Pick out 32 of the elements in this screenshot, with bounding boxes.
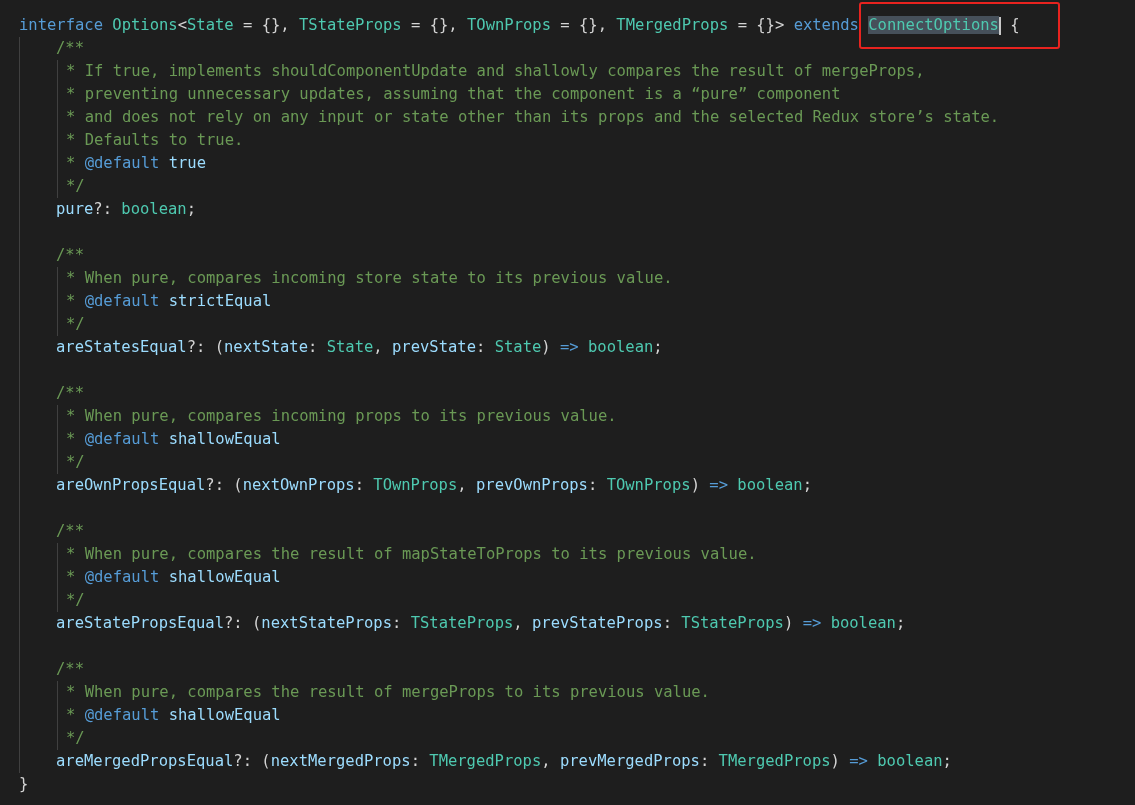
code-line: * @default true [66, 153, 206, 174]
code-line: */ [66, 452, 85, 473]
code-line: /** [56, 383, 84, 404]
code-line: } [19, 774, 29, 795]
code-line: /** [56, 245, 84, 266]
code-line: * @default shallowEqual [66, 705, 281, 726]
code-line: * @default strictEqual [66, 291, 272, 312]
code-line: * When pure, compares incoming store state to its previous value. [66, 268, 673, 289]
code-line: * Defaults to true. [66, 130, 244, 151]
code-line: * @default shallowEqual [66, 429, 281, 450]
code-line: */ [66, 590, 85, 611]
code-text: interface Options<State = {}, TStateProps = {}, TOwnProps = {}, TMergedProps = {}> extends [19, 15, 860, 36]
code-line: */ [66, 728, 85, 749]
code-line: areMergedPropsEqual?: (nextMergedProps: TMergedProps, prevMergedProps: TMergedProps) => boolean; [56, 751, 952, 772]
code-line: * If true, implements shouldComponentUpdate and shallowly compares the result of mergeProps, [66, 61, 925, 82]
code-line: areOwnPropsEqual?: (nextOwnProps: TOwnProps, prevOwnProps: TOwnProps) => boolean; [56, 475, 812, 496]
code-line: * When pure, compares the result of mapStateToProps to its previous value. [66, 544, 757, 565]
code-line: * @default shallowEqual [66, 567, 281, 588]
code-line: * When pure, compares the result of mergeProps to its previous value. [66, 682, 710, 703]
code-line: */ [66, 176, 85, 197]
code-line: /** [56, 521, 84, 542]
code-line: /** [56, 38, 84, 59]
code-text: { [1009, 15, 1020, 36]
code-line: */ [66, 314, 85, 335]
code-line: * and does not rely on any input or state other than its props and the selected Redux store’s state. [66, 107, 1000, 128]
code-line: pure?: boolean; [56, 199, 196, 220]
selected-text: ConnectOptions [868, 16, 999, 34]
code-line: * When pure, compares incoming props to its previous value. [66, 406, 617, 427]
code-line: areStatesEqual?: (nextState: State, prevState: State) => boolean; [56, 337, 663, 358]
code-line: * preventing unnecessary updates, assuming that the component is a “pure” component [66, 84, 841, 105]
code-line: /** [56, 659, 84, 680]
code-line: areStatePropsEqual?: (nextStateProps: TStateProps, prevStateProps: TStateProps) => boolean; [56, 613, 906, 634]
